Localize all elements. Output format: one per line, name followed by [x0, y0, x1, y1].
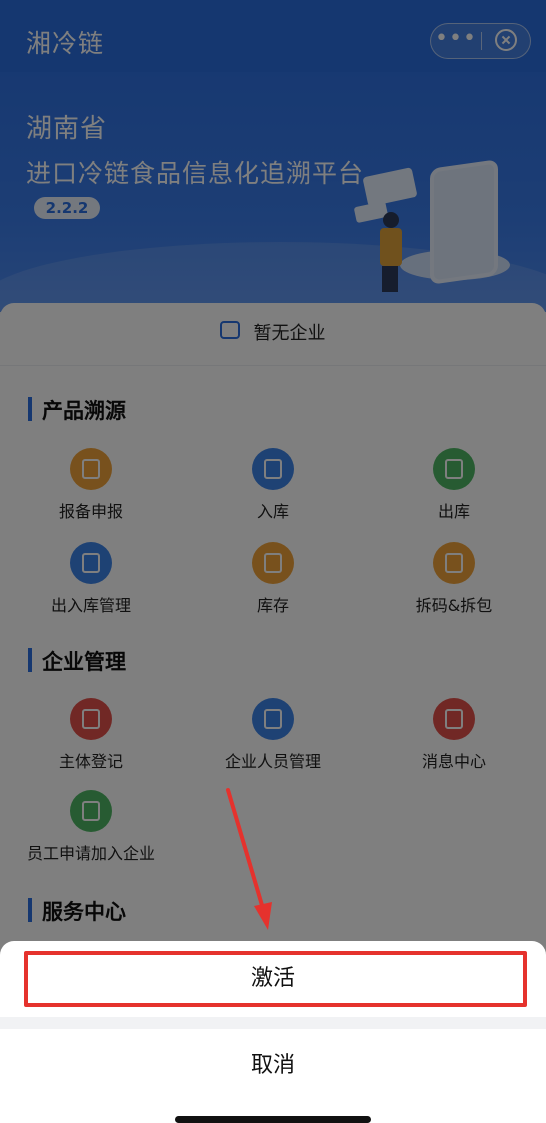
sheet-separator	[0, 1017, 546, 1029]
annotation-highlight-box	[24, 951, 527, 1007]
home-indicator	[175, 1116, 371, 1123]
cancel-option[interactable]: 取消	[0, 1031, 546, 1101]
